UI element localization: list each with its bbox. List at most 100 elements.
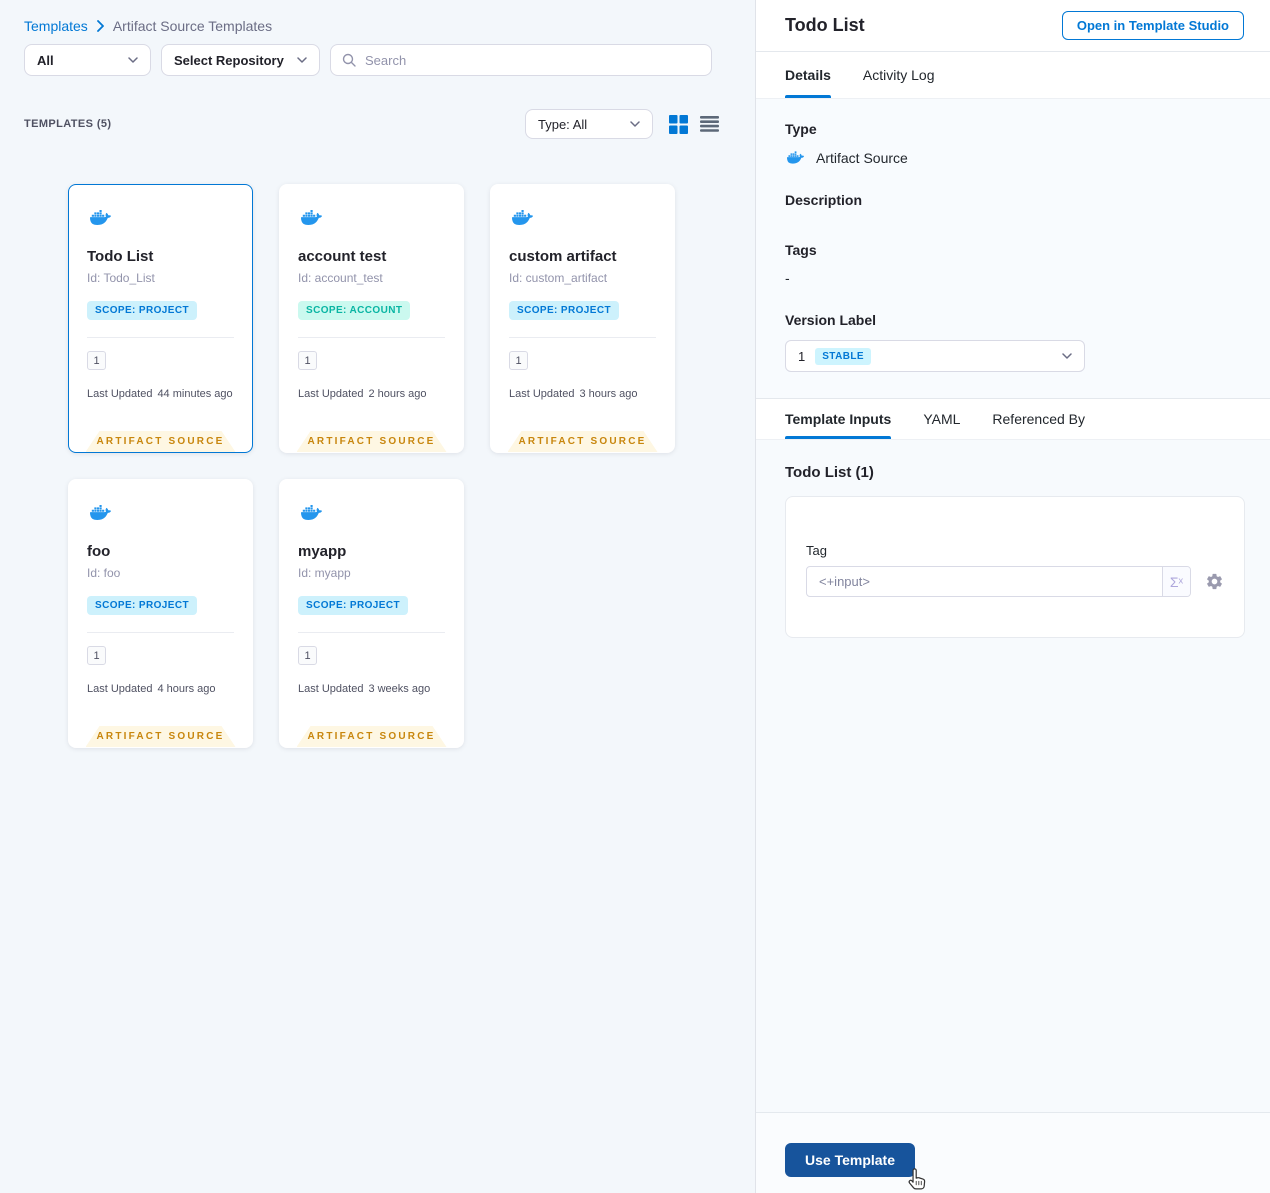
template-card-myapp[interactable]: myapp Id: myapp SCOPE: PROJECT 1 Last Up…: [279, 479, 464, 748]
tags-label: Tags: [785, 242, 817, 258]
gear-icon[interactable]: [1205, 572, 1224, 591]
detail-footer: Use Template: [756, 1112, 1270, 1193]
artifact-source-ribbon: ARTIFACT SOURCE: [508, 431, 658, 452]
scope-badge: SCOPE: PROJECT: [298, 596, 408, 615]
scope-filter-value: All: [37, 52, 54, 68]
chevron-down-icon: [1062, 353, 1072, 359]
templates-count-label: TEMPLATES (5): [24, 118, 112, 130]
artifact-source-ribbon: ARTIFACT SOURCE: [86, 431, 236, 452]
list-view-icon[interactable]: [700, 116, 719, 132]
template-details-panel: Todo List Open in Template Studio Detail…: [756, 0, 1270, 1193]
docker-icon: [785, 149, 806, 166]
template-card-title: myapp: [298, 543, 347, 560]
tag-input-group: Σˣ: [806, 566, 1191, 597]
detail-header: Todo List Open in Template Studio: [756, 0, 1270, 52]
template-card-id: Id: myapp: [298, 566, 351, 580]
scope-badge: SCOPE: PROJECT: [509, 301, 619, 320]
type-filter-dropdown[interactable]: Type: All: [525, 109, 653, 139]
search-box: [330, 44, 712, 76]
template-card-id: Id: foo: [87, 566, 121, 580]
inputs-card: Tag Σˣ: [785, 496, 1245, 638]
use-template-button[interactable]: Use Template: [785, 1143, 915, 1177]
divider: [87, 337, 234, 338]
artifact-source-ribbon: ARTIFACT SOURCE: [297, 431, 447, 452]
inputs-tabs: Template Inputs YAML Referenced By: [756, 398, 1270, 440]
divider: [509, 337, 656, 338]
last-updated-label: Last Updated: [87, 683, 153, 695]
open-template-studio-button[interactable]: Open in Template Studio: [1061, 11, 1244, 40]
tag-input[interactable]: [807, 567, 1162, 596]
template-card-title: Todo List: [87, 248, 154, 265]
scope-badge: SCOPE: PROJECT: [87, 301, 197, 320]
version-select[interactable]: 1 STABLE: [785, 340, 1085, 372]
templates-list-header: TEMPLATES (5) Type: All: [0, 108, 755, 140]
version-count-badge: 1: [87, 646, 106, 665]
tab-referenced-by[interactable]: Referenced By: [992, 399, 1085, 439]
docker-icon: [298, 502, 325, 523]
docker-icon: [87, 502, 114, 523]
detail-title: Todo List: [785, 15, 865, 35]
template-card-custom-artifact[interactable]: custom artifact Id: custom_artifact SCOP…: [490, 184, 675, 453]
detail-body: Type Artifact Source Description Tags - …: [756, 99, 1270, 398]
description-label: Description: [785, 192, 863, 208]
last-updated-label: Last Updated: [87, 388, 153, 400]
type-label: Type: [785, 121, 817, 137]
template-card-title: account test: [298, 248, 387, 265]
expression-toggle-button[interactable]: Σˣ: [1162, 567, 1190, 596]
tags-value: -: [785, 270, 790, 286]
repository-filter-value: Select Repository: [174, 52, 284, 68]
last-updated-label: Last Updated: [509, 388, 575, 400]
docker-icon: [509, 207, 536, 228]
search-input[interactable]: [365, 52, 701, 68]
tab-details[interactable]: Details: [785, 52, 831, 98]
templates-grid: Todo List Id: Todo_List SCOPE: PROJECT 1…: [68, 184, 675, 748]
last-updated: Last Updated 3 hours ago: [509, 388, 656, 400]
version-value: 1: [798, 348, 806, 364]
chevron-down-icon: [128, 57, 138, 63]
inputs-heading: Todo List (1): [785, 464, 874, 481]
divider: [298, 632, 445, 633]
template-card-id: Id: custom_artifact: [509, 271, 608, 285]
last-updated-value: 3 weeks ago: [368, 683, 431, 695]
last-updated: Last Updated 2 hours ago: [298, 388, 445, 400]
last-updated-value: 44 minutes ago: [157, 388, 233, 400]
version-count-badge: 1: [87, 351, 106, 370]
version-count-badge: 1: [298, 646, 317, 665]
scope-badge: SCOPE: PROJECT: [87, 596, 197, 615]
repository-filter-dropdown[interactable]: Select Repository: [161, 44, 320, 76]
breadcrumb-templates-link[interactable]: Templates: [24, 18, 88, 34]
template-card-todo-list[interactable]: Todo List Id: Todo_List SCOPE: PROJECT 1…: [68, 184, 253, 453]
last-updated: Last Updated 44 minutes ago: [87, 388, 234, 400]
template-card-title: custom artifact: [509, 248, 617, 265]
last-updated: Last Updated 3 weeks ago: [298, 683, 445, 695]
breadcrumb: Templates Artifact Source Templates: [0, 0, 755, 34]
search-icon: [341, 52, 357, 68]
type-filter-value: Type: All: [538, 116, 588, 132]
breadcrumb-current: Artifact Source Templates: [112, 18, 273, 34]
artifact-source-ribbon: ARTIFACT SOURCE: [297, 726, 447, 747]
scope-badge: SCOPE: ACCOUNT: [298, 301, 411, 320]
divider: [298, 337, 445, 338]
docker-icon: [87, 207, 114, 228]
docker-icon: [298, 207, 325, 228]
tab-activity-log[interactable]: Activity Log: [863, 52, 935, 98]
template-inputs-body: Todo List (1) Tag Σˣ: [756, 440, 1270, 1112]
last-updated: Last Updated 4 hours ago: [87, 683, 234, 695]
stable-badge: STABLE: [815, 347, 871, 365]
last-updated-value: 4 hours ago: [157, 683, 216, 695]
version-count-badge: 1: [298, 351, 317, 370]
template-card-id: Id: Todo_List: [87, 271, 155, 285]
template-card-account-test[interactable]: account test Id: account_test SCOPE: ACC…: [279, 184, 464, 453]
breadcrumb-chevron-icon: [96, 20, 104, 32]
version-count-badge: 1: [509, 351, 528, 370]
filter-bar: All Select Repository: [0, 34, 755, 76]
grid-view-icon[interactable]: [669, 114, 688, 134]
template-card-foo[interactable]: foo Id: foo SCOPE: PROJECT 1 Last Update…: [68, 479, 253, 748]
tab-yaml[interactable]: YAML: [923, 399, 960, 439]
last-updated-value: 2 hours ago: [368, 388, 427, 400]
detail-tabs: Details Activity Log: [756, 52, 1270, 99]
tab-template-inputs[interactable]: Template Inputs: [785, 399, 892, 439]
scope-filter-dropdown[interactable]: All: [24, 44, 151, 76]
type-value: Artifact Source: [816, 149, 908, 166]
template-library-panel: Templates Artifact Source Templates All …: [0, 0, 756, 1193]
